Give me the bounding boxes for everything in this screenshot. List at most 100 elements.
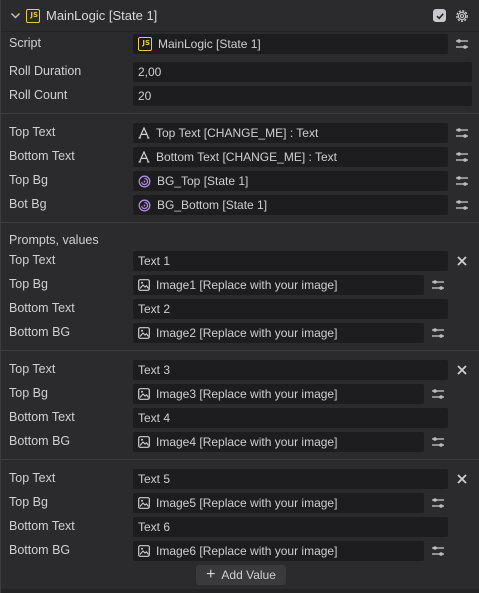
prompt-1-bottom-bg-field[interactable]: Image2 [Replace with your image]: [133, 323, 424, 343]
roll-duration-input[interactable]: 2,00: [133, 62, 472, 82]
js-file-icon: JS: [26, 8, 40, 23]
prompt-3-top-bg-field[interactable]: Image5 [Replace with your image]: [133, 493, 424, 513]
prompt-1-top-bg-row: Top Bg Image1 [Replace with your image]: [1, 273, 479, 297]
prompt-2-top-text-input[interactable]: Text 3: [133, 360, 448, 380]
panel-bottom-edge: [1, 589, 479, 593]
prompt-top-bg-label: Top Bg: [9, 277, 48, 291]
prompt-3-top-text-input[interactable]: Text 5: [133, 469, 448, 489]
prompt-2-bottom-text-row: Bottom Text Text 4: [1, 406, 479, 430]
prompt-3-bottom-bg-value: Image6 [Replace with your image]: [156, 544, 338, 558]
top-bg-field[interactable]: BG_Top [State 1]: [133, 171, 448, 191]
prompt-2-bottom-bg-row: Bottom BG Image4 [Replace with your imag…: [1, 430, 479, 454]
prompt-2-bottom-bg-value: Image4 [Replace with your image]: [156, 435, 338, 449]
prompt-3-top-text-value: Text 5: [138, 472, 171, 486]
prompt-bottom-bg-label: Bottom BG: [9, 543, 71, 557]
component-header[interactable]: JS MainLogic [State 1]: [1, 0, 479, 32]
roll-duration-label: Roll Duration: [9, 64, 82, 78]
prompt-1-bottom-text-row: Bottom Text Text 2: [1, 297, 479, 321]
sliders-icon[interactable]: [431, 327, 445, 339]
roll-duration-row: Roll Duration 2,00: [1, 60, 479, 84]
prompt-1-top-text-input[interactable]: Text 1: [133, 251, 448, 271]
image-icon: [138, 497, 150, 509]
close-icon[interactable]: [456, 364, 468, 376]
prompt-1-bottom-bg-value: Image2 [Replace with your image]: [156, 326, 338, 340]
image-icon: [138, 327, 150, 339]
prompt-bottom-text-label: Bottom Text: [9, 519, 75, 533]
divider: [1, 350, 479, 351]
prompt-1-top-bg-value: Image1 [Replace with your image]: [156, 278, 338, 292]
text-a-icon: [138, 127, 150, 139]
roll-count-input[interactable]: 20: [133, 86, 472, 106]
top-text-field[interactable]: Top Text [CHANGE_ME] : Text: [133, 123, 448, 143]
prompt-2-top-bg-field[interactable]: Image3 [Replace with your image]: [133, 384, 424, 404]
bottom-text-label: Bottom Text: [9, 149, 75, 163]
prompt-2-top-bg-row: Top Bg Image3 [Replace with your image]: [1, 382, 479, 406]
prompt-2-top-text-value: Text 3: [138, 363, 171, 377]
divider: [1, 222, 479, 223]
prompt-top-bg-label: Top Bg: [9, 495, 48, 509]
bottom-text-field[interactable]: Bottom Text [CHANGE_ME] : Text: [133, 147, 448, 167]
bot-bg-field[interactable]: BG_Bottom [State 1]: [133, 195, 448, 215]
sliders-icon[interactable]: [455, 151, 469, 163]
prompt-3-top-bg-value: Image5 [Replace with your image]: [156, 496, 338, 510]
sliders-icon[interactable]: [431, 279, 445, 291]
sliders-icon[interactable]: [431, 545, 445, 557]
bot-bg-value: BG_Bottom [State 1]: [157, 198, 268, 212]
top-text-value: Top Text [CHANGE_ME] : Text: [156, 126, 319, 140]
roll-count-label: Roll Count: [9, 88, 68, 102]
prompt-1-bottom-bg-row: Bottom BG Image2 [Replace with your imag…: [1, 321, 479, 345]
bottom-text-value: Bottom Text [CHANGE_ME] : Text: [156, 150, 337, 164]
prompt-top-bg-label: Top Bg: [9, 386, 48, 400]
top-text-label: Top Text: [9, 125, 56, 139]
text-a-icon: [138, 151, 150, 163]
sliders-icon[interactable]: [455, 127, 469, 139]
prompt-2-top-bg-value: Image3 [Replace with your image]: [156, 387, 338, 401]
roll-count-value: 20: [138, 89, 152, 103]
state-swirl-icon: [138, 199, 151, 212]
gear-icon[interactable]: [454, 8, 470, 24]
roll-duration-value: 2,00: [138, 65, 162, 79]
divider: [1, 113, 479, 114]
image-icon: [138, 545, 150, 557]
sliders-icon[interactable]: [455, 199, 469, 211]
prompt-3-bottom-bg-field[interactable]: Image6 [Replace with your image]: [133, 541, 424, 561]
sliders-icon[interactable]: [431, 436, 445, 448]
top-bg-value: BG_Top [State 1]: [157, 174, 249, 188]
bot-bg-row: Bot Bg BG_Bottom [State 1]: [1, 193, 479, 217]
prompt-2-top-text-row: Top Text Text 3: [1, 358, 479, 382]
image-icon: [138, 388, 150, 400]
sliders-icon[interactable]: [455, 175, 469, 187]
prompt-top-text-label: Top Text: [9, 471, 56, 485]
prompt-3-bottom-text-row: Bottom Text Text 6: [1, 515, 479, 539]
prompt-bottom-bg-label: Bottom BG: [9, 434, 71, 448]
script-label: Script: [9, 36, 41, 50]
enabled-checkbox[interactable]: [433, 9, 446, 22]
sliders-icon[interactable]: [431, 497, 445, 509]
prompt-2-bottom-text-input[interactable]: Text 4: [133, 408, 448, 428]
bottom-text-row: Bottom Text Bottom Text [CHANGE_ME] : Te…: [1, 145, 479, 169]
top-bg-label: Top Bg: [9, 173, 48, 187]
prompt-1-top-bg-field[interactable]: Image1 [Replace with your image]: [133, 275, 424, 295]
prompts-section-label: Prompts, values: [9, 233, 99, 247]
image-icon: [138, 279, 150, 291]
prompt-2-bottom-bg-field[interactable]: Image4 [Replace with your image]: [133, 432, 424, 452]
chevron-down-icon[interactable]: [9, 10, 21, 22]
js-file-icon: JS: [138, 37, 152, 51]
add-value-label: Add Value: [221, 568, 276, 582]
script-value: MainLogic [State 1]: [158, 37, 261, 51]
sliders-icon[interactable]: [431, 388, 445, 400]
prompt-3-bottom-text-value: Text 6: [138, 520, 171, 534]
script-field[interactable]: JS MainLogic [State 1]: [133, 34, 448, 54]
sliders-icon[interactable]: [455, 38, 469, 50]
prompt-3-bottom-text-input[interactable]: Text 6: [133, 517, 448, 537]
close-icon[interactable]: [456, 473, 468, 485]
prompt-1-bottom-text-input[interactable]: Text 2: [133, 299, 448, 319]
component-title: MainLogic [State 1]: [46, 8, 158, 23]
prompt-3-top-text-row: Top Text Text 5: [1, 467, 479, 491]
close-icon[interactable]: [456, 255, 468, 267]
state-swirl-icon: [138, 175, 151, 188]
prompt-2-bottom-text-value: Text 4: [138, 411, 171, 425]
prompt-top-text-label: Top Text: [9, 253, 56, 267]
top-bg-row: Top Bg BG_Top [State 1]: [1, 169, 479, 193]
add-value-button[interactable]: + Add Value: [196, 565, 286, 585]
